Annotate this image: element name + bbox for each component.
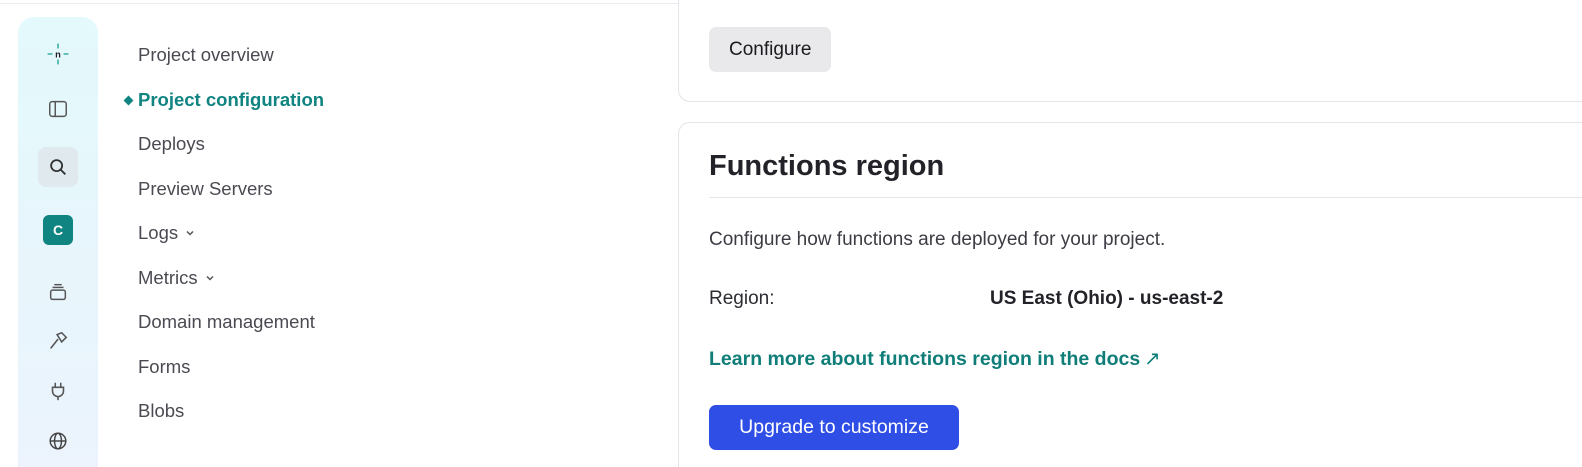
plug-icon[interactable] bbox=[38, 371, 78, 411]
docs-link[interactable]: Learn more about functions region in the… bbox=[709, 347, 1161, 371]
chevron-down-icon bbox=[206, 275, 214, 281]
chevron-down-icon bbox=[186, 230, 194, 236]
nav-item-label: Deploys bbox=[138, 133, 205, 154]
nav-item-blobs[interactable]: Blobs bbox=[138, 396, 184, 426]
build-hammer-icon[interactable] bbox=[38, 321, 78, 361]
nav-item-forms[interactable]: Forms bbox=[138, 352, 190, 382]
docs-link-text: Learn more about functions region in the… bbox=[709, 348, 1141, 370]
icon-rail: n C bbox=[18, 17, 98, 467]
nav-item-label: Forms bbox=[138, 356, 191, 377]
svg-text:n: n bbox=[55, 49, 61, 59]
external-link-icon: ↗ bbox=[1144, 348, 1161, 370]
divider bbox=[709, 197, 1582, 198]
upgrade-button[interactable]: Upgrade to customize bbox=[709, 405, 959, 450]
nav-item-label: Metrics bbox=[138, 267, 198, 288]
nav-item-label: Blobs bbox=[138, 400, 185, 421]
nav-item-project-overview[interactable]: Project overview bbox=[138, 40, 274, 70]
nav-item-label: Project overview bbox=[138, 44, 274, 65]
search-icon[interactable] bbox=[38, 147, 78, 187]
team-avatar[interactable]: C bbox=[43, 215, 73, 245]
nav-item-preview-servers[interactable]: Preview Servers bbox=[138, 174, 273, 204]
configure-button[interactable]: Configure bbox=[709, 27, 832, 72]
nav-item-metrics[interactable]: Metrics bbox=[138, 263, 216, 293]
nav-item-deploys[interactable]: Deploys bbox=[138, 129, 205, 159]
region-label: Region: bbox=[709, 288, 775, 309]
active-indicator-icon bbox=[118, 95, 138, 105]
section-title: Functions region bbox=[709, 150, 945, 182]
sidebar-toggle-icon[interactable] bbox=[38, 89, 78, 129]
nav-item-label: Preview Servers bbox=[138, 178, 273, 199]
nav-item-label: Project configuration bbox=[138, 89, 325, 110]
nav-item-logs[interactable]: Logs bbox=[138, 218, 196, 248]
netlify-logo-icon[interactable]: n bbox=[38, 34, 78, 74]
nav-item-domain-management[interactable]: Domain management bbox=[138, 307, 315, 337]
section-description: Configure how functions are deployed for… bbox=[709, 229, 1166, 250]
globe-icon[interactable] bbox=[38, 421, 78, 461]
nav-item-label: Domain management bbox=[138, 311, 315, 332]
nav-item-project-configuration[interactable]: Project configuration bbox=[118, 85, 324, 115]
nav-item-label: Logs bbox=[138, 222, 179, 243]
layers-icon[interactable] bbox=[38, 272, 78, 312]
region-value: US East (Ohio) - us-east-2 bbox=[990, 288, 1224, 309]
